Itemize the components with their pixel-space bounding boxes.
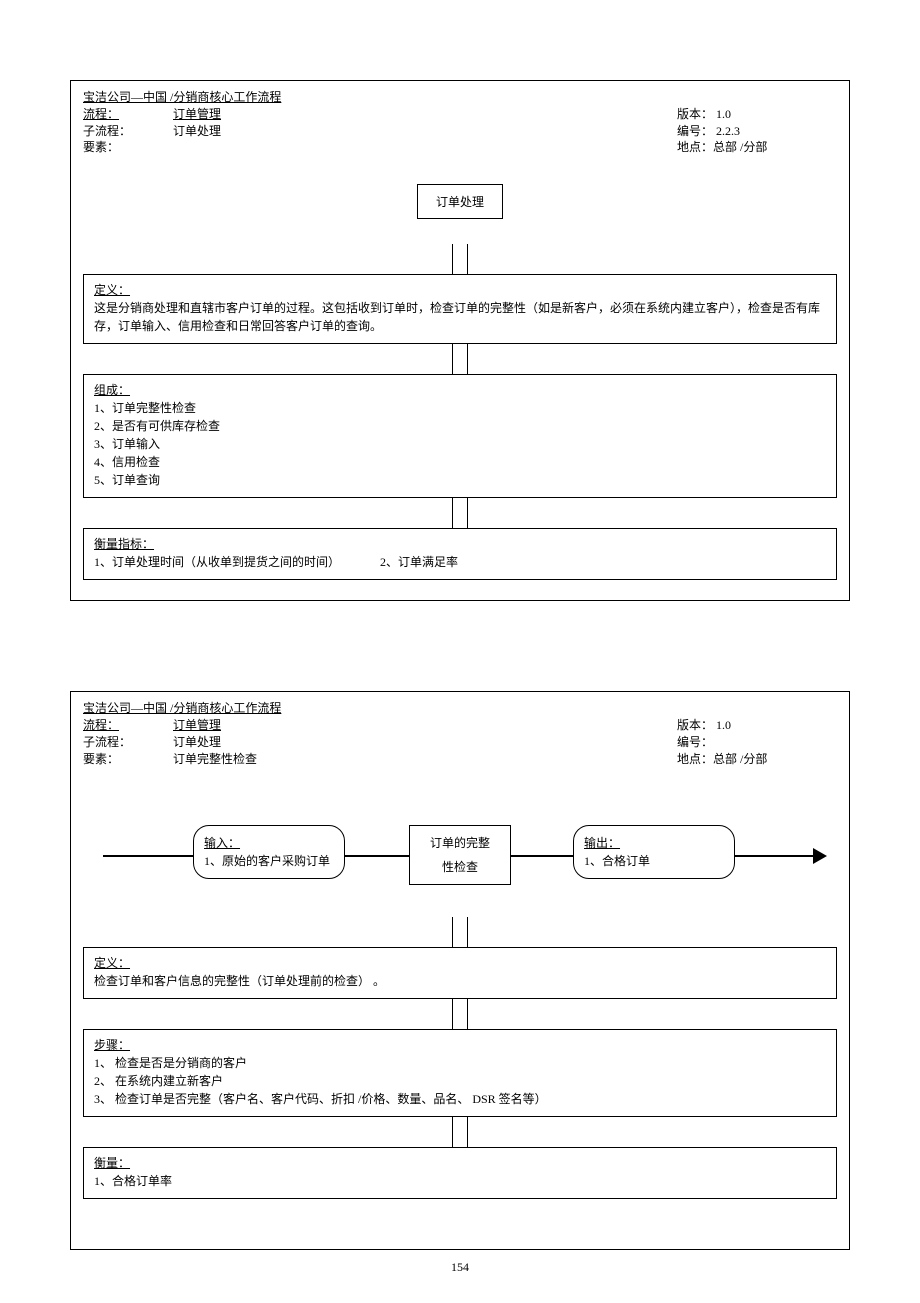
- measure-body: 1、合格订单率: [94, 1172, 826, 1190]
- connector-line: [452, 917, 468, 947]
- company-line: 宝洁公司—中国 /分销商核心工作流程: [83, 700, 383, 717]
- output-title: 输出：: [584, 834, 724, 852]
- val-subprocess: 订单处理: [173, 123, 221, 140]
- metric-2: 2、订单满足率: [380, 553, 458, 571]
- step-item: 3、 检查订单是否完整（客户名、客户代码、折扣 /价格、数量、品名、 DSR 签…: [94, 1090, 826, 1108]
- measure-title: 衡量：: [94, 1154, 826, 1172]
- process-l2: 性检查: [420, 858, 500, 876]
- output-body: 1、合格订单: [584, 852, 724, 870]
- val-location: 总部 /分部: [713, 752, 767, 766]
- definition-box-2: 定义： 检查订单和客户信息的完整性（订单处理前的检查） 。: [83, 947, 837, 999]
- val-number: 2.2.3: [716, 124, 740, 138]
- lbl-process: 流程：: [83, 717, 173, 734]
- header-1: 宝洁公司—中国 /分销商核心工作流程 流程：订单管理 子流程：订单处理 要素： …: [83, 89, 837, 156]
- composition-box: 组成： 1、订单完整性检查 2、是否有可供库存检查 3、订单输入 4、信用检查 …: [83, 374, 837, 498]
- lbl-number: 编号：: [677, 735, 713, 749]
- metrics-box: 衡量指标： 1、订单处理时间（从收单到提货之间的时间） 2、订单满足率: [83, 528, 837, 580]
- process-l1: 订单的完整: [420, 834, 500, 852]
- connector-line: [452, 1117, 468, 1147]
- definition-body: 这是分销商处理和直辖市客户订单的过程。这包括收到订单时，检查订单的完整性（如是新…: [94, 299, 826, 335]
- doc-frame-2: 宝洁公司—中国 /分销商核心工作流程 流程：订单管理 子流程：订单处理 要素：订…: [70, 691, 850, 1250]
- comp-item: 5、订单查询: [94, 471, 826, 489]
- header-2: 宝洁公司—中国 /分销商核心工作流程 流程：订单管理 子流程：订单处理 要素：订…: [83, 700, 837, 767]
- lbl-version: 版本：: [677, 107, 713, 121]
- val-subprocess: 订单处理: [173, 734, 221, 751]
- arrow-right-icon: [813, 848, 827, 864]
- input-title: 输入：: [204, 834, 334, 852]
- lbl-process: 流程：: [83, 106, 173, 123]
- doc-frame-1: 宝洁公司—中国 /分销商核心工作流程 流程：订单管理 子流程：订单处理 要素： …: [70, 80, 850, 601]
- lbl-version: 版本：: [677, 718, 713, 732]
- process-box: 订单的完整 性检查: [409, 825, 511, 885]
- metrics-title: 衡量指标：: [94, 535, 826, 553]
- company-line: 宝洁公司—中国 /分销商核心工作流程: [83, 89, 383, 106]
- steps-box: 步骤： 1、 检查是否是分销商的客户 2、 在系统内建立新客户 3、 检查订单是…: [83, 1029, 837, 1117]
- val-version: 1.0: [716, 718, 731, 732]
- val-process: 订单管理: [173, 717, 221, 734]
- comp-item: 4、信用检查: [94, 453, 826, 471]
- comp-item: 2、是否有可供库存检查: [94, 417, 826, 435]
- io-flow: 输入： 1、原始的客户采购订单 订单的完整 性检查 输出： 1、合格订单: [83, 807, 837, 917]
- connector-line: [452, 498, 468, 528]
- definition-body: 检查订单和客户信息的完整性（订单处理前的检查） 。: [94, 972, 826, 990]
- process-box: 订单处理: [417, 184, 503, 219]
- output-box: 输出： 1、合格订单: [573, 825, 735, 879]
- composition-title: 组成：: [94, 381, 826, 399]
- page-number: 154: [70, 1260, 850, 1275]
- lbl-location: 地点：: [677, 752, 713, 766]
- step-item: 1、 检查是否是分销商的客户: [94, 1054, 826, 1072]
- metric-1: 1、订单处理时间（从收单到提货之间的时间）: [94, 553, 340, 571]
- lbl-element: 要素：: [83, 139, 173, 156]
- definition-box: 定义： 这是分销商处理和直辖市客户订单的过程。这包括收到订单时，检查订单的完整性…: [83, 274, 837, 344]
- connector-line: [452, 344, 468, 374]
- steps-title: 步骤：: [94, 1036, 826, 1054]
- val-process: 订单管理: [173, 106, 221, 123]
- connector-line: [452, 244, 468, 274]
- lbl-location: 地点：: [677, 140, 713, 154]
- comp-item: 1、订单完整性检查: [94, 399, 826, 417]
- val-element: 订单完整性检查: [173, 751, 257, 768]
- step-item: 2、 在系统内建立新客户: [94, 1072, 826, 1090]
- comp-item: 3、订单输入: [94, 435, 826, 453]
- lbl-subprocess: 子流程：: [83, 734, 173, 751]
- lbl-subprocess: 子流程：: [83, 123, 173, 140]
- definition-title: 定义：: [94, 954, 826, 972]
- definition-title: 定义：: [94, 281, 826, 299]
- lbl-number: 编号：: [677, 124, 713, 138]
- connector-line: [452, 999, 468, 1029]
- measure-box: 衡量： 1、合格订单率: [83, 1147, 837, 1199]
- lbl-element: 要素：: [83, 751, 173, 768]
- val-version: 1.0: [716, 107, 731, 121]
- input-body: 1、原始的客户采购订单: [204, 852, 334, 870]
- val-location: 总部 /分部: [713, 140, 767, 154]
- input-box: 输入： 1、原始的客户采购订单: [193, 825, 345, 879]
